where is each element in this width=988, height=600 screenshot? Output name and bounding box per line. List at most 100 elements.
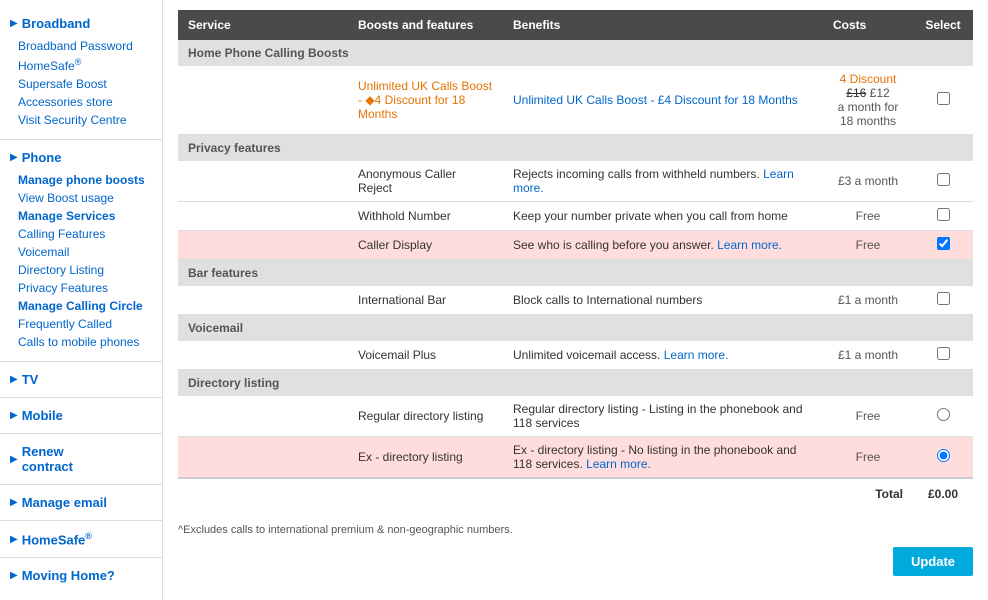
costs-months: 18 months bbox=[840, 114, 896, 128]
section-label-directory: Directory listing bbox=[178, 370, 973, 397]
section-label-bar: Bar features bbox=[178, 260, 973, 287]
sidebar-tv-link[interactable]: TV bbox=[22, 372, 39, 387]
radio-ex-dir[interactable] bbox=[937, 449, 950, 462]
costs-withhold: Free bbox=[823, 202, 913, 231]
learn-more-caller-display[interactable]: Learn more. bbox=[717, 238, 782, 252]
mobile-arrow-icon: ▶ bbox=[10, 410, 18, 421]
costs-ex-dir: Free bbox=[823, 437, 913, 479]
sidebar-item-manage-phone-boosts[interactable]: Manage phone boosts bbox=[18, 171, 162, 189]
sidebar-section-homesafe[interactable]: ▶ HomeSafe® bbox=[0, 525, 162, 553]
service-name-regular-dir bbox=[178, 396, 348, 437]
boost-intl-bar: International Bar bbox=[348, 286, 503, 315]
sidebar-moving-home-link[interactable]: Moving Home? bbox=[22, 568, 115, 583]
sidebar-item-homesafe[interactable]: HomeSafe® bbox=[18, 55, 162, 75]
boost-unlimited-text: Unlimited UK Calls Boost - ◆4 Discount f… bbox=[358, 79, 492, 121]
sidebar-item-accessories-store[interactable]: Accessories store bbox=[18, 93, 162, 111]
update-button[interactable]: Update bbox=[893, 547, 973, 576]
header-benefits: Benefits bbox=[503, 10, 823, 40]
checkbox-caller-display[interactable] bbox=[937, 237, 950, 250]
service-name-intl-bar bbox=[178, 286, 348, 315]
costs-caller-display: Free bbox=[823, 231, 913, 260]
learn-more-ex-dir[interactable]: Learn more. bbox=[586, 457, 651, 471]
sidebar-manage-email-link[interactable]: Manage email bbox=[22, 495, 107, 510]
checkbox-withhold[interactable] bbox=[937, 208, 950, 221]
sidebar-item-broadband-password[interactable]: Broadband Password bbox=[18, 37, 162, 55]
sidebar-item-frequently-called[interactable]: Frequently Called bbox=[18, 315, 162, 333]
radio-regular-dir[interactable] bbox=[937, 408, 950, 421]
sidebar-item-calls-to-mobile[interactable]: Calls to mobile phones bbox=[18, 333, 162, 351]
main-content: Service Boosts and features Benefits Cos… bbox=[163, 0, 988, 600]
sidebar-phone-link[interactable]: Phone bbox=[22, 150, 62, 165]
boost-voicemail-plus: Voicemail Plus bbox=[348, 341, 503, 370]
benefit-regular-dir: Regular directory listing - Listing in t… bbox=[503, 396, 823, 437]
sidebar-item-view-boost-usage[interactable]: View Boost usage bbox=[18, 189, 162, 207]
phone-arrow-icon: ▶ bbox=[10, 152, 18, 163]
costs-regular-dir: Free bbox=[823, 396, 913, 437]
service-name-caller-display bbox=[178, 231, 348, 260]
benefit-unlimited-link[interactable]: Unlimited UK Calls Boost - £4 Discount f… bbox=[513, 93, 798, 107]
sidebar-section-renew[interactable]: ▶ Renewcontract bbox=[0, 438, 162, 480]
sidebar-mobile-link[interactable]: Mobile bbox=[22, 408, 63, 423]
sidebar-section-tv[interactable]: ▶ TV bbox=[0, 366, 162, 393]
sidebar-item-manage-services[interactable]: Manage Services bbox=[18, 207, 162, 225]
costs-discount-label: 4 Discount bbox=[840, 72, 897, 86]
benefit-ex-dir: Ex - directory listing - No listing in t… bbox=[503, 437, 823, 479]
costs-anonymous: £3 a month bbox=[823, 161, 913, 202]
moving-home-arrow-icon: ▶ bbox=[10, 570, 18, 581]
table-row-regular-directory: Regular directory listing Regular direct… bbox=[178, 396, 973, 437]
section-label-voicemail: Voicemail bbox=[178, 315, 973, 342]
checkbox-unlimited[interactable] bbox=[937, 92, 950, 105]
sidebar-item-calling-features[interactable]: Calling Features bbox=[18, 225, 162, 243]
sidebar-section-phone[interactable]: ▶ Phone bbox=[0, 144, 162, 171]
sidebar-item-supersafe-boost[interactable]: Supersafe Boost bbox=[18, 75, 162, 93]
header-boosts: Boosts and features bbox=[348, 10, 503, 40]
sidebar-item-voicemail[interactable]: Voicemail bbox=[18, 243, 162, 261]
total-label-cell bbox=[178, 478, 823, 509]
checkbox-intl-bar[interactable] bbox=[937, 292, 950, 305]
learn-more-voicemail[interactable]: Learn more. bbox=[664, 348, 729, 362]
services-table: Service Boosts and features Benefits Cos… bbox=[178, 10, 973, 509]
sidebar-section-moving-home[interactable]: ▶ Moving Home? bbox=[0, 562, 162, 589]
select-withhold bbox=[913, 202, 973, 231]
broadband-sub-items: Broadband Password HomeSafe® Supersafe B… bbox=[0, 37, 162, 135]
table-row-withhold-number: Withhold Number Keep your number private… bbox=[178, 202, 973, 231]
sidebar-item-manage-calling-circle[interactable]: Manage Calling Circle bbox=[18, 297, 162, 315]
costs-unlimited: 4 Discount £16 £12 a month for 18 months bbox=[823, 66, 913, 135]
sidebar-divider-4 bbox=[0, 433, 162, 434]
boost-regular-dir: Regular directory listing bbox=[348, 396, 503, 437]
select-regular-dir bbox=[913, 396, 973, 437]
table-row-voicemail-plus: Voicemail Plus Unlimited voicemail acces… bbox=[178, 341, 973, 370]
sidebar-section-broadband[interactable]: ▶ Broadband bbox=[0, 10, 162, 37]
header-costs: Costs bbox=[823, 10, 913, 40]
checkbox-voicemail-plus[interactable] bbox=[937, 347, 950, 360]
benefit-unlimited: Unlimited UK Calls Boost - £4 Discount f… bbox=[503, 66, 823, 135]
boost-ex-dir: Ex - directory listing bbox=[348, 437, 503, 479]
select-voicemail-plus bbox=[913, 341, 973, 370]
sidebar-renew-link[interactable]: Renewcontract bbox=[22, 444, 73, 474]
service-name-unlimited bbox=[178, 66, 348, 135]
header-select: Select bbox=[913, 10, 973, 40]
sidebar-divider-2 bbox=[0, 361, 162, 362]
sidebar-homesafe-link[interactable]: HomeSafe® bbox=[22, 531, 92, 547]
renew-arrow-icon: ▶ bbox=[10, 454, 18, 465]
sidebar-item-directory-listing[interactable]: Directory Listing bbox=[18, 261, 162, 279]
section-voicemail: Voicemail bbox=[178, 315, 973, 342]
costs-intl-bar: £1 a month bbox=[823, 286, 913, 315]
total-row: Total £0.00 bbox=[178, 478, 973, 509]
benefit-caller-display: See who is calling before you answer. Le… bbox=[503, 231, 823, 260]
sidebar-item-privacy-features[interactable]: Privacy Features bbox=[18, 279, 162, 297]
table-header-row: Service Boosts and features Benefits Cos… bbox=[178, 10, 973, 40]
select-unlimited bbox=[913, 66, 973, 135]
sidebar-section-manage-email[interactable]: ▶ Manage email bbox=[0, 489, 162, 516]
phone-sub-items: Manage phone boosts View Boost usage Man… bbox=[0, 171, 162, 357]
service-name-voicemail-plus bbox=[178, 341, 348, 370]
table-row-ex-directory: Ex - directory listing Ex - directory li… bbox=[178, 437, 973, 479]
sidebar-divider-3 bbox=[0, 397, 162, 398]
sidebar-broadband-link[interactable]: Broadband bbox=[22, 16, 91, 31]
homesafe2-arrow-icon: ▶ bbox=[10, 534, 18, 545]
checkbox-anonymous[interactable] bbox=[937, 173, 950, 186]
sidebar-item-visit-security-centre[interactable]: Visit Security Centre bbox=[18, 111, 162, 129]
section-label-privacy: Privacy features bbox=[178, 135, 973, 162]
learn-more-anonymous[interactable]: Learn more. bbox=[513, 167, 794, 195]
sidebar-section-mobile[interactable]: ▶ Mobile bbox=[0, 402, 162, 429]
